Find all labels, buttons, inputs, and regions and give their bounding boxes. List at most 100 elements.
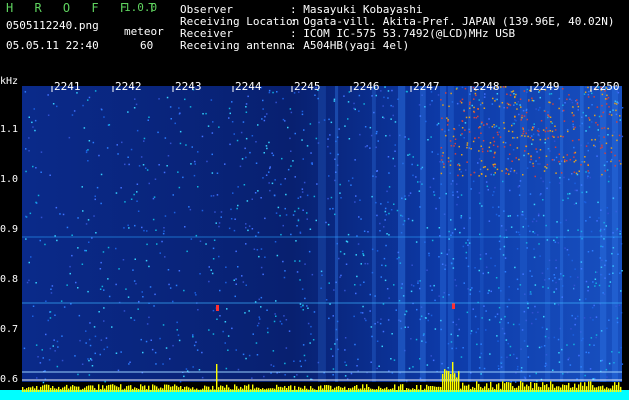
- noise-dot: [145, 340, 148, 343]
- intensity-dot: [496, 131, 499, 134]
- noise-dot: [530, 135, 533, 137]
- noise-dot: [179, 380, 182, 383]
- noise-dot: [383, 257, 386, 260]
- noise-dot: [588, 351, 590, 354]
- noise-dot: [208, 329, 210, 331]
- noise-dot: [265, 174, 268, 176]
- noise-dot: [529, 270, 531, 272]
- level-bar: [296, 389, 298, 392]
- noise-dot: [529, 193, 532, 195]
- noise-dot: [177, 334, 180, 336]
- intensity-dot: [506, 107, 509, 109]
- intensity-dot: [601, 104, 603, 107]
- noise-dot: [330, 348, 332, 350]
- noise-dot: [457, 196, 459, 198]
- intensity-dot: [494, 163, 496, 165]
- level-bar: [196, 388, 198, 392]
- noise-dot: [498, 215, 500, 217]
- noise-dot: [463, 227, 465, 229]
- level-bar: [122, 389, 124, 392]
- level-bar: [374, 389, 376, 392]
- signal-streak: [480, 86, 484, 382]
- noise-dot: [471, 287, 473, 289]
- noise-dot: [161, 240, 163, 243]
- intensity-dot: [516, 136, 519, 139]
- signal-streak: [318, 86, 326, 382]
- noise-dot: [539, 106, 541, 109]
- intensity-dot: [468, 131, 471, 133]
- noise-dot: [258, 322, 260, 325]
- signal-streak: [580, 86, 584, 382]
- level-bar: [330, 385, 332, 392]
- intensity-dot: [605, 142, 608, 145]
- noise-dot: [315, 219, 317, 222]
- noise-dot: [382, 105, 384, 107]
- noise-dot: [407, 138, 410, 140]
- intensity-dot: [530, 158, 532, 161]
- intensity-dot: [478, 150, 480, 152]
- intensity-dot: [511, 124, 513, 127]
- level-bar: [96, 389, 98, 392]
- level-bar: [328, 385, 330, 392]
- intensity-dot: [554, 125, 556, 127]
- level-bar: [320, 385, 322, 392]
- noise-dot: [56, 239, 58, 242]
- level-bar: [446, 370, 448, 392]
- noise-dot: [390, 209, 393, 211]
- level-bar: [456, 377, 458, 392]
- level-bar: [130, 385, 132, 392]
- noise-dot: [589, 216, 591, 218]
- noise-dot: [71, 234, 73, 236]
- intensity-dot: [466, 146, 468, 149]
- noise-dot: [585, 171, 587, 173]
- level-bar: [150, 389, 152, 392]
- noise-dot: [536, 151, 538, 153]
- intensity-dot: [601, 146, 603, 148]
- noise-dot: [201, 209, 204, 212]
- noise-dot: [135, 103, 138, 106]
- y-tick-label: 0.8: [0, 274, 19, 285]
- intensity-dot: [610, 151, 613, 153]
- noise-dot: [493, 191, 495, 193]
- level-bar: [524, 386, 526, 392]
- noise-dot: [277, 206, 280, 209]
- level-bar: [298, 386, 300, 392]
- signal-streak: [520, 86, 528, 382]
- intensity-dot: [576, 103, 579, 105]
- level-bar: [462, 382, 464, 392]
- noise-dot: [168, 283, 170, 286]
- noise-dot: [172, 194, 174, 196]
- noise-dot: [99, 353, 101, 356]
- noise-dot: [357, 370, 359, 372]
- intensity-dot: [466, 161, 468, 163]
- intensity-dot: [572, 120, 574, 123]
- noise-dot: [79, 339, 81, 342]
- intensity-dot: [515, 157, 517, 159]
- noise-dot: [377, 321, 379, 323]
- level-bar: [104, 388, 106, 392]
- noise-dot: [347, 118, 349, 120]
- signal-streak: [420, 86, 426, 382]
- level-bar: [290, 385, 292, 392]
- noise-dot: [509, 189, 511, 192]
- level-bar: [136, 388, 138, 392]
- level-bar: [300, 387, 302, 392]
- spectrogram: [0, 86, 629, 400]
- noise-dot: [558, 97, 561, 100]
- noise-dot: [577, 109, 579, 111]
- noise-dot: [166, 165, 168, 167]
- noise-dot: [607, 180, 610, 183]
- noise-dot: [175, 284, 178, 287]
- level-bar: [596, 387, 598, 392]
- y-tick-label: 1.1: [0, 124, 19, 135]
- noise-dot: [566, 344, 568, 346]
- noise-dot: [431, 100, 433, 102]
- intensity-dot: [454, 153, 457, 155]
- noise-dot: [355, 292, 357, 295]
- level-bar: [474, 387, 476, 392]
- noise-dot: [219, 315, 221, 317]
- level-bar: [102, 385, 104, 392]
- level-bar: [74, 386, 76, 392]
- noise-dot: [553, 336, 556, 339]
- noise-dot: [594, 145, 596, 148]
